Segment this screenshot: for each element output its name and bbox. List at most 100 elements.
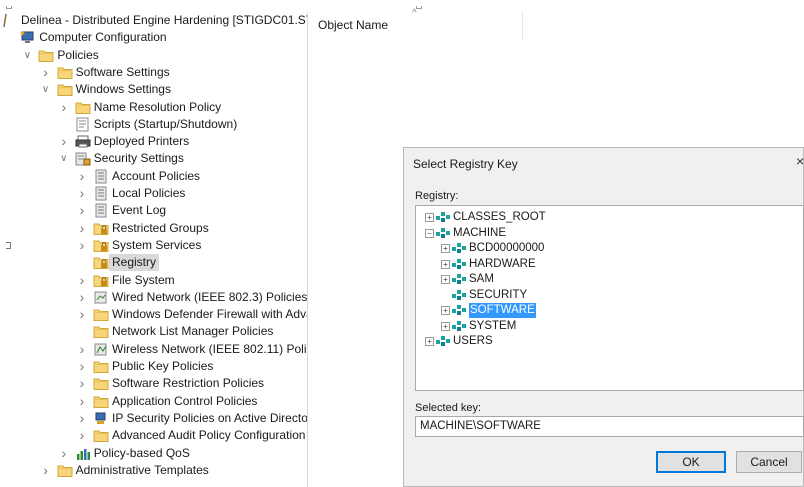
registry-key-row[interactable]: SECURITY bbox=[416, 288, 803, 303]
chevron-right-icon[interactable]: › bbox=[77, 185, 87, 202]
chevron-right-icon[interactable]: › bbox=[77, 410, 87, 427]
tree-item[interactable]: ∨ Policies bbox=[0, 47, 307, 64]
chevron-right-icon[interactable]: › bbox=[59, 133, 69, 150]
tree-item[interactable]: › Public Key Policies bbox=[0, 358, 307, 375]
tree-item[interactable]: › Advanced Audit Policy Configuration bbox=[0, 427, 307, 444]
folder-icon bbox=[93, 359, 109, 374]
tree-item[interactable]: › Event Log bbox=[0, 202, 307, 219]
chevron-right-icon[interactable]: › bbox=[77, 375, 87, 392]
registry-key-label: SECURITY bbox=[469, 288, 528, 301]
tree-item[interactable]: Computer Configuration bbox=[0, 29, 307, 46]
column-separator[interactable] bbox=[522, 12, 523, 40]
policy-tree-pane[interactable]: Delinea - Distributed Engine Hardening [… bbox=[0, 12, 308, 487]
tree-item-label: Event Log bbox=[112, 203, 167, 218]
policy-list-icon bbox=[93, 169, 109, 184]
folder-icon bbox=[57, 82, 73, 97]
tree-item[interactable]: Registry bbox=[0, 254, 307, 272]
chevron-right-icon[interactable]: › bbox=[41, 64, 51, 81]
registry-key-row[interactable]: − MACHINE bbox=[416, 226, 803, 241]
expand-icon[interactable]: + bbox=[425, 337, 434, 346]
tree-item-label: Scripts (Startup/Shutdown) bbox=[93, 116, 238, 131]
folder-icon bbox=[93, 428, 109, 443]
lock-folder-icon bbox=[93, 255, 109, 270]
tree-item[interactable]: › Wired Network (IEEE 802.3) Policies bbox=[0, 289, 307, 306]
chevron-down-icon[interactable]: ∨ bbox=[22, 47, 32, 64]
chevron-right-icon[interactable]: › bbox=[77, 393, 87, 410]
registry-key-icon bbox=[436, 211, 450, 224]
registry-key-icon bbox=[436, 335, 450, 348]
collapse-icon[interactable]: − bbox=[425, 228, 434, 238]
qos-chart-icon bbox=[75, 446, 91, 461]
tree-item[interactable]: › File System bbox=[0, 272, 307, 289]
computer-icon bbox=[20, 30, 36, 45]
tree-item[interactable]: › Administrative Templates bbox=[0, 462, 307, 479]
tree-item[interactable]: › Application Control Policies bbox=[0, 393, 307, 410]
registry-tree[interactable]: + CLASSES_ROOT − MACHINE + BCD00000000 + HARDWA… bbox=[415, 205, 804, 391]
chevron-right-icon[interactable]: › bbox=[41, 462, 51, 479]
registry-key-row[interactable]: + HARDWARE bbox=[416, 257, 803, 272]
tree-item[interactable]: Delinea - Distributed Engine Hardening [… bbox=[0, 12, 307, 29]
tree-item[interactable]: ∨ Windows Settings bbox=[0, 81, 307, 98]
chevron-right-icon[interactable]: › bbox=[77, 272, 87, 289]
tree-item-label: Account Policies bbox=[112, 168, 201, 183]
chevron-right-icon[interactable]: › bbox=[59, 445, 69, 462]
chevron-right-icon[interactable]: › bbox=[77, 358, 87, 375]
tree-item-label: Windows Settings bbox=[75, 82, 171, 97]
tree-item[interactable]: › Deployed Printers bbox=[0, 133, 307, 150]
registry-label: Registry: bbox=[415, 190, 459, 202]
chevron-down-icon[interactable]: ∨ bbox=[59, 150, 69, 167]
tree-item[interactable]: › Local Policies bbox=[0, 185, 307, 202]
tree-item[interactable]: › System Services bbox=[0, 237, 307, 254]
registry-key-row[interactable]: + SYSTEM bbox=[416, 319, 803, 334]
tree-item[interactable]: › Account Policies bbox=[0, 168, 307, 185]
selected-key-field[interactable]: MACHINE\SOFTWARE bbox=[415, 416, 804, 437]
expand-icon[interactable]: + bbox=[441, 275, 450, 284]
registry-key-label: SOFTWARE bbox=[469, 303, 536, 318]
expand-icon[interactable]: + bbox=[441, 321, 450, 331]
registry-key-row[interactable]: + SOFTWARE bbox=[416, 303, 803, 318]
registry-key-label: SYSTEM bbox=[469, 319, 517, 332]
tree-item-label: Application Control Policies bbox=[112, 393, 258, 408]
top-edge-mark bbox=[6, 6, 12, 9]
chevron-right-icon[interactable]: › bbox=[77, 289, 87, 306]
registry-key-row[interactable]: + CLASSES_ROOT bbox=[416, 210, 803, 225]
tree-item[interactable]: › Restricted Groups bbox=[0, 220, 307, 237]
tree-item-label: Deployed Printers bbox=[93, 134, 190, 149]
tree-item[interactable]: › Windows Defender Firewall with Advar bbox=[0, 306, 307, 323]
chevron-right-icon[interactable]: › bbox=[77, 202, 87, 219]
chevron-right-icon[interactable]: › bbox=[77, 237, 87, 254]
tree-item[interactable]: › Software Restriction Policies bbox=[0, 375, 307, 392]
chevron-right-icon[interactable]: › bbox=[77, 168, 87, 185]
tree-item-label: File System bbox=[112, 272, 175, 287]
expand-icon[interactable]: + bbox=[441, 259, 450, 269]
tree-item[interactable]: › Software Settings bbox=[0, 64, 307, 81]
chevron-right-icon[interactable]: › bbox=[59, 99, 69, 116]
registry-key-row[interactable]: + BCD00000000 bbox=[416, 241, 803, 256]
expand-icon[interactable]: + bbox=[441, 306, 450, 315]
cancel-button[interactable]: Cancel bbox=[736, 451, 802, 473]
tree-item[interactable]: › Name Resolution Policy bbox=[0, 99, 307, 116]
registry-key-row[interactable]: + USERS bbox=[416, 334, 803, 349]
chevron-right-icon[interactable]: › bbox=[77, 220, 87, 237]
ok-button[interactable]: OK bbox=[656, 451, 726, 473]
tree-item[interactable]: Scripts (Startup/Shutdown) bbox=[0, 116, 307, 133]
chevron-right-icon[interactable]: › bbox=[77, 341, 87, 358]
tree-item[interactable]: › Policy-based QoS bbox=[0, 445, 307, 462]
expand-icon[interactable]: + bbox=[441, 244, 450, 253]
chevron-right-icon[interactable]: › bbox=[77, 427, 87, 444]
tree-item[interactable]: › Wireless Network (IEEE 802.11) Policies bbox=[0, 341, 307, 358]
tree-item-label: Administrative Templates bbox=[75, 462, 209, 477]
tree-item[interactable]: › IP Security Policies on Active Director… bbox=[0, 410, 307, 427]
registry-key-row[interactable]: + SAM bbox=[416, 272, 803, 287]
column-header-object-name[interactable]: Object Name bbox=[318, 18, 388, 32]
chevron-right-icon[interactable]: › bbox=[77, 306, 87, 323]
tree-item-label: Wireless Network (IEEE 802.11) Policies bbox=[112, 341, 308, 356]
printer-icon bbox=[75, 134, 91, 149]
close-icon[interactable]: × bbox=[796, 153, 804, 169]
network-policy-icon bbox=[93, 290, 109, 305]
chevron-down-icon[interactable]: ∨ bbox=[41, 81, 51, 98]
expand-icon[interactable]: + bbox=[425, 213, 434, 222]
registry-key-icon bbox=[436, 227, 450, 240]
tree-item[interactable]: ∨ Security Settings bbox=[0, 150, 307, 167]
tree-item[interactable]: Network List Manager Policies bbox=[0, 323, 307, 340]
